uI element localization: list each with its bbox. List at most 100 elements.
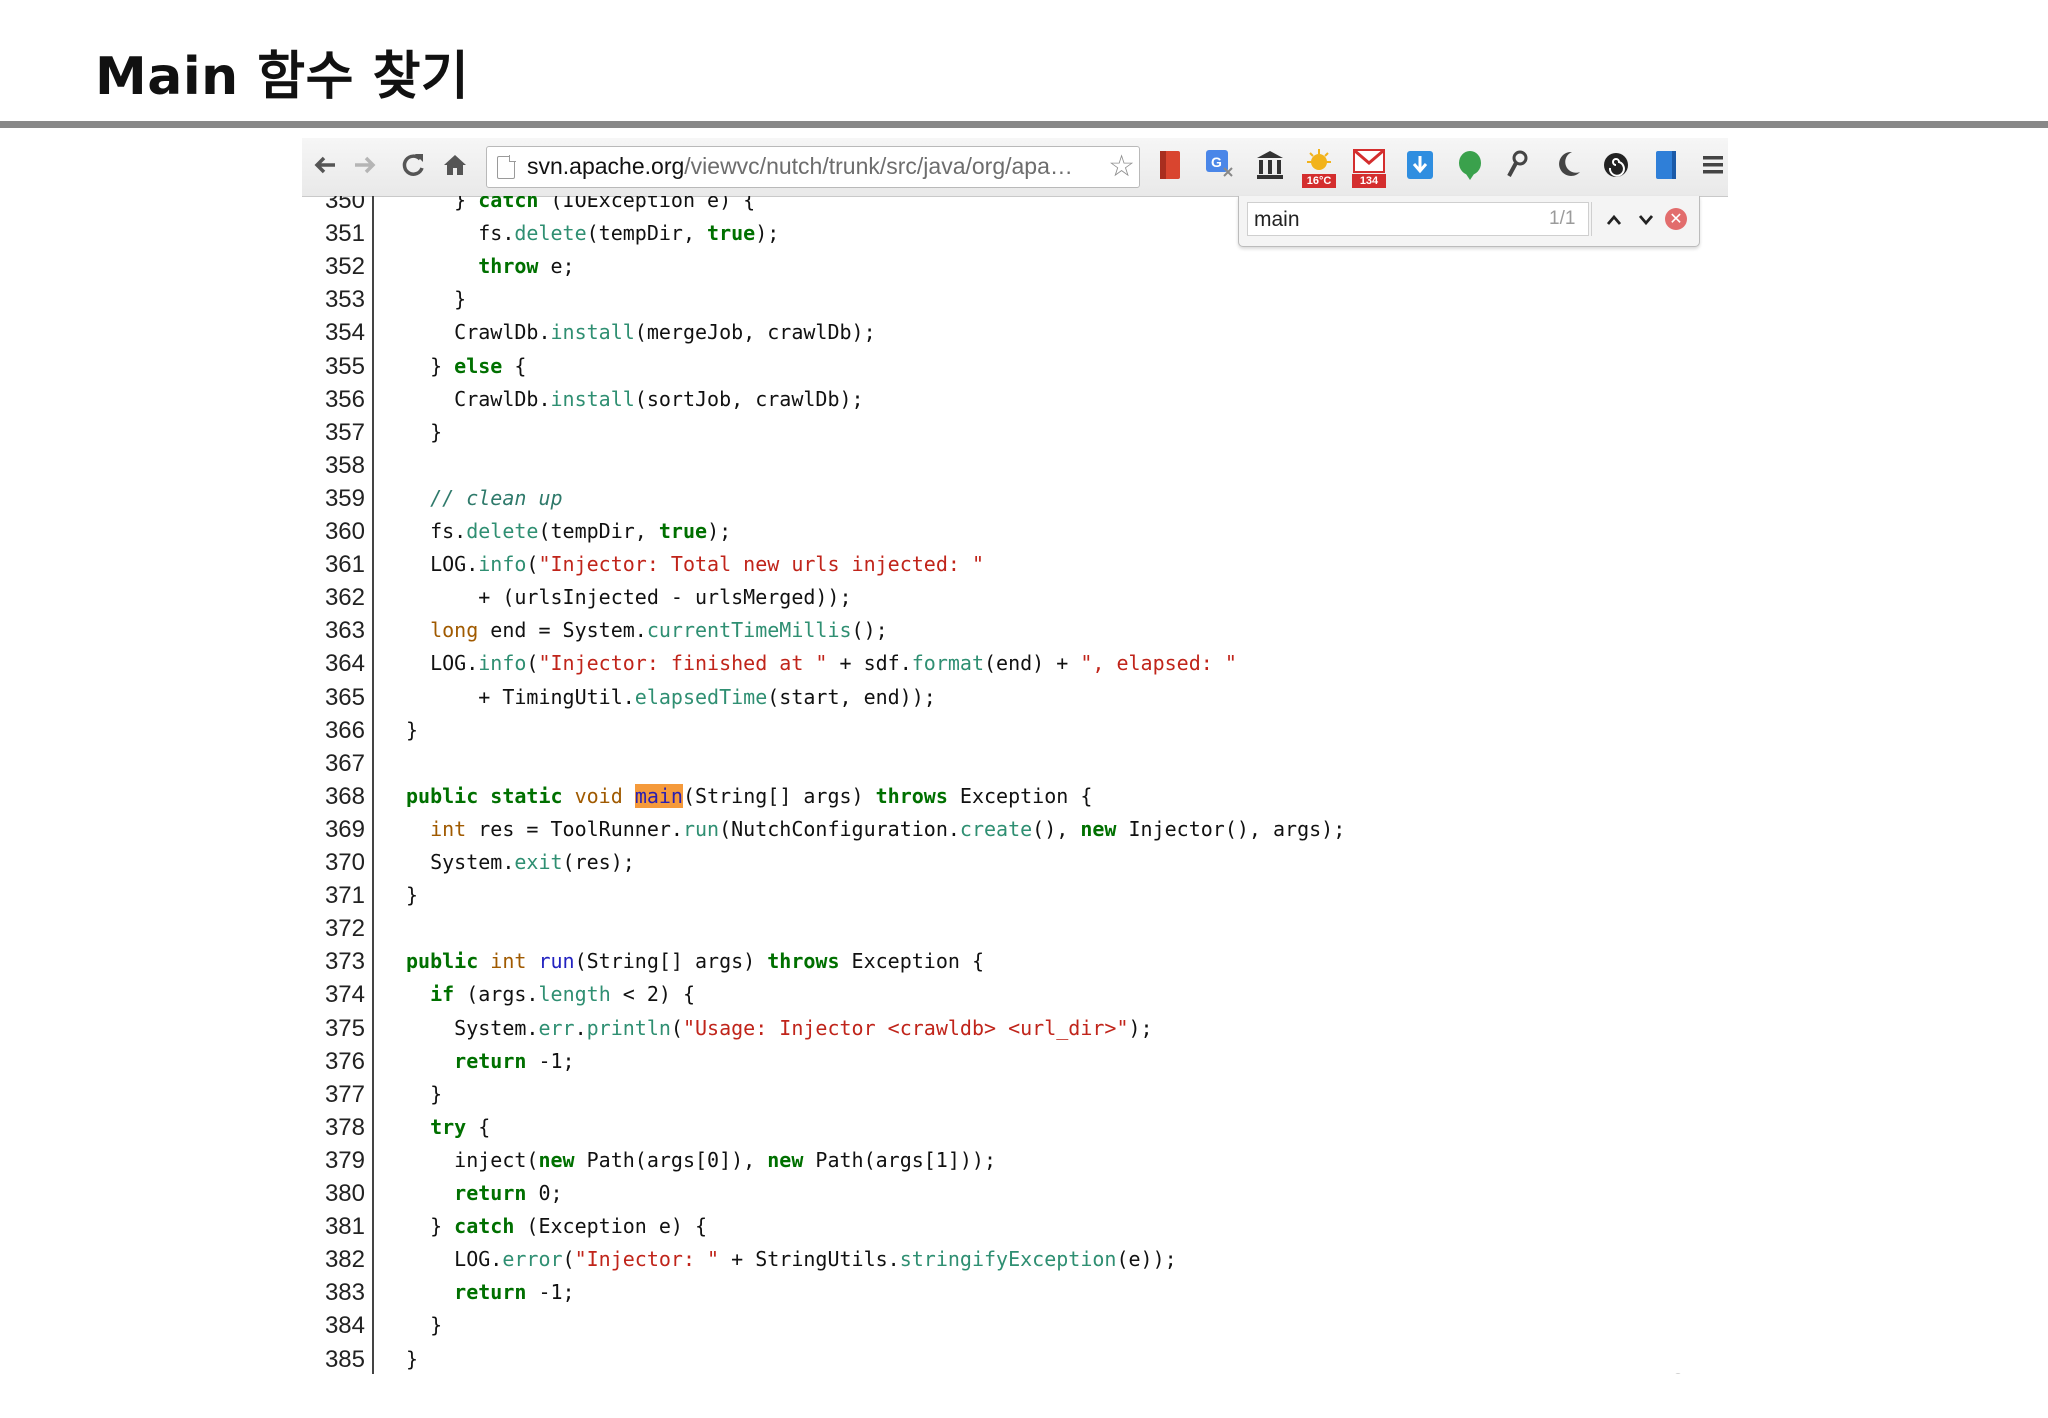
- line-number: 376: [324, 1047, 365, 1075]
- browser-window: svn.apache.org/viewvc/nutch/trunk/src/ja…: [302, 138, 1728, 1374]
- line-number: 385: [324, 1345, 365, 1373]
- code-text: }: [406, 287, 467, 312]
- line-number: 377: [324, 1080, 365, 1108]
- code-text: CrawlDb.install(sortJob, crawlDb);: [406, 386, 864, 411]
- find-bar: main 1/1 ✕: [1238, 196, 1700, 247]
- code-text: CrawlDb.install(mergeJob, crawlDb);: [406, 320, 876, 345]
- find-match-count: 1/1: [1549, 208, 1576, 229]
- museum-icon[interactable]: [1254, 148, 1286, 184]
- page-icon: [497, 155, 516, 179]
- tool-icon[interactable]: [1502, 148, 1534, 184]
- scroll-to-top-icon[interactable]: [1655, 1371, 1701, 1374]
- find-close-button[interactable]: ✕: [1665, 208, 1687, 230]
- code-text: }: [406, 1313, 443, 1338]
- code-text: }: [406, 1081, 443, 1106]
- source-code-view: 350 } catch (IOException e) {351 fs.dele…: [302, 196, 1728, 1374]
- code-text: int res = ToolRunner.run(NutchConfigurat…: [430, 816, 1346, 841]
- home-button[interactable]: [438, 150, 472, 184]
- line-number: 358: [324, 451, 365, 479]
- code-text: } else {: [406, 353, 527, 378]
- line-number: 372: [324, 915, 365, 943]
- chevron-up-icon: [1606, 214, 1622, 225]
- line-number: 370: [324, 849, 365, 876]
- line-number: 362: [324, 584, 365, 612]
- close-icon: ✕: [1669, 209, 1683, 228]
- bookmark-star-icon[interactable]: ☆: [1108, 149, 1135, 184]
- line-number: 367: [324, 749, 365, 777]
- code-text: public static void main(String[] args) t…: [406, 783, 1093, 808]
- line-number: 360: [324, 518, 365, 545]
- address-bar[interactable]: svn.apache.org/viewvc/nutch/trunk/src/ja…: [486, 146, 1140, 188]
- line-number: 350: [324, 196, 365, 214]
- line-number: 363: [324, 617, 365, 645]
- code-text: return -1;: [454, 1280, 575, 1305]
- line-number: 353: [324, 286, 365, 314]
- title-divider: [0, 121, 2048, 128]
- line-number: 379: [324, 1146, 365, 1174]
- browser-toolbar: svn.apache.org/viewvc/nutch/trunk/src/ja…: [302, 138, 1728, 197]
- code-text: return 0;: [454, 1181, 563, 1205]
- line-number: 374: [324, 981, 365, 1009]
- book-icon[interactable]: [1650, 148, 1682, 184]
- spiral-icon[interactable]: [1600, 148, 1632, 184]
- weather-badge: 16°C: [1302, 174, 1336, 188]
- translate-icon[interactable]: G: [1204, 148, 1236, 184]
- code-text: public int run(String[] args) throws Exc…: [406, 949, 984, 974]
- code-text: // clean up: [430, 485, 563, 510]
- code-text: System.err.println("Usage: Injector <cra…: [406, 1015, 1153, 1040]
- slide-title: Main 함수 찾기: [95, 47, 470, 107]
- menu-icon[interactable]: [1700, 148, 1728, 184]
- line-number: 375: [324, 1014, 365, 1042]
- line-number: 364: [324, 650, 365, 678]
- line-number: 357: [324, 418, 365, 446]
- line-number: 368: [324, 782, 365, 810]
- line-number: 352: [324, 253, 365, 281]
- bookmark-red-icon[interactable]: [1154, 148, 1186, 184]
- code-text: } catch (IOException e) {: [406, 196, 756, 212]
- weather-icon[interactable]: 16°C: [1302, 148, 1336, 188]
- line-number: 380: [324, 1180, 365, 1207]
- code-text: }: [406, 1346, 419, 1371]
- line-number: 355: [324, 352, 365, 380]
- code-text: + (urlsInjected - urlsMerged));: [406, 585, 852, 610]
- gmail-badge: 134: [1352, 174, 1386, 188]
- line-number: 356: [324, 385, 365, 413]
- find-previous-button[interactable]: [1599, 204, 1629, 234]
- forward-button[interactable]: [348, 150, 382, 184]
- code-text: + TimingUtil.elapsedTime(start, end));: [406, 684, 936, 709]
- line-number: 373: [324, 948, 365, 976]
- url-text: svn.apache.org/viewvc/nutch/trunk/src/ja…: [527, 153, 1073, 179]
- moon-icon[interactable]: [1552, 148, 1584, 184]
- code-text: } catch (Exception e) {: [406, 1214, 708, 1239]
- reload-button[interactable]: [396, 150, 430, 184]
- code-text: System.exit(res);: [406, 850, 635, 874]
- gmail-icon[interactable]: 134: [1352, 148, 1386, 188]
- line-number: 369: [324, 815, 365, 843]
- line-number: 359: [324, 484, 365, 512]
- code-text: LOG.info("Injector: finished at " + sdf.…: [406, 651, 1237, 676]
- code-text: }: [406, 419, 443, 444]
- line-number: 382: [324, 1246, 365, 1274]
- line-number: 361: [324, 551, 365, 579]
- code-text: LOG.info("Injector: Total new urls injec…: [406, 552, 984, 577]
- code-text: return -1;: [454, 1048, 575, 1073]
- line-number: 371: [324, 882, 365, 910]
- code-text: }: [406, 883, 419, 908]
- download-icon[interactable]: [1404, 148, 1436, 184]
- arrow-left-icon: [314, 156, 335, 174]
- line-number: 354: [324, 319, 365, 347]
- find-next-button[interactable]: [1631, 204, 1661, 234]
- evernote-icon[interactable]: [1454, 148, 1486, 184]
- code-text: }: [406, 717, 419, 742]
- back-button[interactable]: [308, 150, 342, 184]
- find-divider: [1591, 202, 1592, 236]
- find-input[interactable]: main: [1247, 202, 1589, 236]
- line-number: 378: [324, 1113, 365, 1141]
- line-number: 351: [324, 220, 365, 248]
- code-text: long end = System.currentTimeMillis();: [430, 618, 888, 643]
- arrow-right-icon: [355, 156, 376, 174]
- code-text: throw e;: [478, 254, 575, 279]
- code-text: if (args.length < 2) {: [430, 982, 696, 1007]
- line-number: 381: [324, 1213, 365, 1241]
- line-number: 384: [324, 1312, 365, 1340]
